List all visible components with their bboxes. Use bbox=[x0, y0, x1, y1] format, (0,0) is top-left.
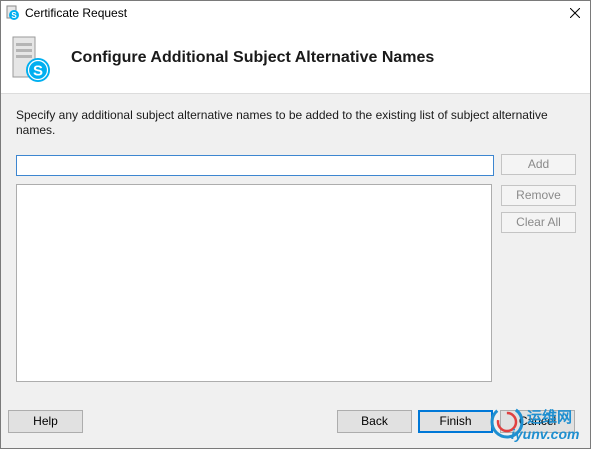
subject-alternative-name-input[interactable] bbox=[16, 155, 494, 176]
certificate-request-window: S Certificate Request S Configure Additi… bbox=[0, 0, 591, 449]
back-button[interactable]: Back bbox=[337, 410, 412, 433]
skype-app-icon: S bbox=[6, 5, 19, 20]
add-button[interactable]: Add bbox=[501, 154, 576, 175]
page-title: Configure Additional Subject Alternative… bbox=[71, 49, 435, 66]
close-button[interactable] bbox=[560, 1, 590, 25]
window-title: Certificate Request bbox=[25, 6, 128, 20]
finish-button[interactable]: Finish bbox=[418, 410, 493, 433]
title-bar: S Certificate Request bbox=[1, 1, 590, 25]
close-icon bbox=[570, 8, 580, 18]
watermark-bottom-text: iyunv.com bbox=[511, 426, 580, 442]
svg-text:S: S bbox=[33, 63, 43, 80]
subject-alternative-names-list[interactable] bbox=[16, 184, 492, 382]
watermark-top-text: 运维网 bbox=[527, 409, 573, 426]
svg-text:S: S bbox=[11, 11, 17, 20]
skype-server-icon: S bbox=[12, 36, 50, 82]
clear-all-button[interactable]: Clear All bbox=[501, 212, 576, 233]
wizard-header: S Configure Additional Subject Alternati… bbox=[1, 25, 590, 94]
help-button[interactable]: Help bbox=[8, 410, 83, 433]
remove-button[interactable]: Remove bbox=[501, 185, 576, 206]
watermark: 运维网 iyunv.com bbox=[489, 404, 589, 446]
instruction-text: Specify any additional subject alternati… bbox=[16, 108, 548, 137]
